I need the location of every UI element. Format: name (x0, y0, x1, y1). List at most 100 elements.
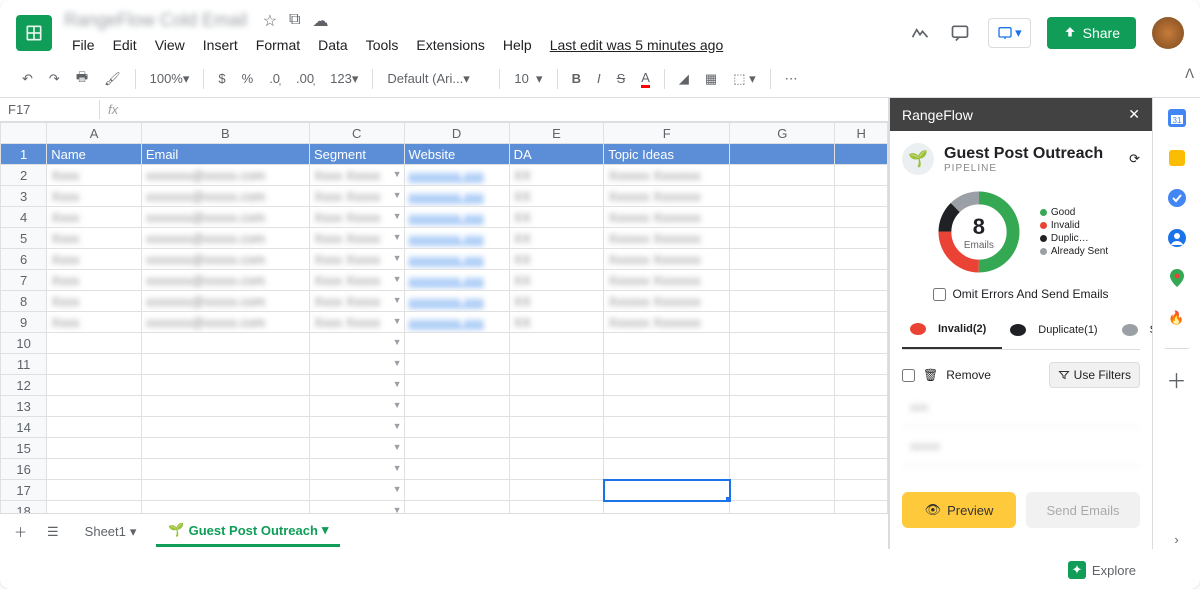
cell[interactable] (730, 228, 835, 249)
cell[interactable]: xxxxxxx@xxxxx.com (141, 249, 309, 270)
row-header[interactable]: 1 (1, 144, 47, 165)
row-header[interactable]: 11 (1, 354, 47, 375)
cell[interactable]: XX (509, 312, 604, 333)
cell[interactable] (730, 438, 835, 459)
zoom-select[interactable]: 100% ▾ (144, 67, 196, 91)
row-header[interactable]: 15 (1, 438, 47, 459)
cell[interactable] (730, 333, 835, 354)
explore-button[interactable]: ✦Explore (1058, 555, 1146, 585)
cell[interactable]: Xxxx (47, 207, 142, 228)
cell[interactable] (47, 480, 142, 501)
cell[interactable]: Xxxxxx Xxxxxxx (604, 270, 730, 291)
row-header[interactable]: 8 (1, 291, 47, 312)
close-icon[interactable]: ✕ (1128, 106, 1140, 123)
cell[interactable]: Xxxxxx Xxxxxxx (604, 207, 730, 228)
cell[interactable] (404, 375, 509, 396)
cell[interactable] (730, 165, 835, 186)
cell[interactable] (835, 207, 888, 228)
tab-sent[interactable]: Sent(1) (1114, 311, 1152, 349)
currency-button[interactable]: $ (212, 67, 231, 90)
refresh-icon[interactable]: ⟳ (1129, 151, 1140, 167)
preview-button[interactable]: 👁 Preview (902, 492, 1016, 528)
cell[interactable]: Xxxx Xxxxx▼ (309, 186, 404, 207)
add-sheet-button[interactable]: ＋ (8, 518, 33, 545)
cell[interactable] (404, 459, 509, 480)
col-header[interactable]: F (604, 123, 730, 144)
cell[interactable] (141, 396, 309, 417)
last-edit[interactable]: Last edit was 5 minutes ago (542, 33, 732, 57)
present-button[interactable]: ▾ (988, 18, 1031, 48)
cell[interactable]: Email (141, 144, 309, 165)
col-header[interactable] (1, 123, 47, 144)
font-size-select[interactable]: 10 ▾ (508, 67, 548, 91)
cell[interactable] (509, 417, 604, 438)
sheet-tab-1[interactable]: Sheet1 ▾ (73, 518, 149, 546)
col-header[interactable]: A (47, 123, 142, 144)
use-filters-button[interactable]: Use Filters (1049, 362, 1140, 388)
maps-icon[interactable] (1167, 268, 1187, 288)
cell[interactable]: Xxxx (47, 312, 142, 333)
cell[interactable]: xxxxxxx@xxxxx.com (141, 186, 309, 207)
share-button[interactable]: Share (1047, 17, 1136, 49)
cell[interactable] (47, 354, 142, 375)
row-header[interactable]: 18 (1, 501, 47, 514)
cell[interactable] (730, 354, 835, 375)
cell[interactable] (730, 501, 835, 514)
cell[interactable]: XX (509, 186, 604, 207)
paint-format-icon[interactable]: 🖌 (98, 67, 127, 91)
cell[interactable] (730, 144, 835, 165)
chevron-right-icon[interactable]: › (1167, 529, 1187, 549)
cell[interactable]: Xxxx Xxxxx▼ (309, 291, 404, 312)
comments-icon[interactable] (948, 21, 972, 45)
menu-view[interactable]: View (147, 33, 193, 57)
cell[interactable] (604, 501, 730, 514)
row-header[interactable]: 2 (1, 165, 47, 186)
cell[interactable]: xxxxxxxx.xxx (404, 165, 509, 186)
cell[interactable]: Xxxx (47, 228, 142, 249)
text-color-button[interactable]: A (635, 66, 656, 92)
cell[interactable] (404, 333, 509, 354)
cell[interactable]: Xxxx Xxxxx▼ (309, 165, 404, 186)
print-icon[interactable]: 🖶 (70, 64, 94, 94)
cell[interactable]: xxxxxxx@xxxxx.com (141, 228, 309, 249)
row-header[interactable]: 3 (1, 186, 47, 207)
cell[interactable]: ▼ (309, 438, 404, 459)
cell[interactable] (47, 375, 142, 396)
cell[interactable]: XX (509, 228, 604, 249)
cell[interactable] (404, 480, 509, 501)
cell[interactable]: Xxxxxx Xxxxxxx (604, 249, 730, 270)
cell[interactable] (47, 501, 142, 514)
cell[interactable] (835, 333, 888, 354)
row-header[interactable]: 10 (1, 333, 47, 354)
row-header[interactable]: 4 (1, 207, 47, 228)
redo-icon[interactable]: ↷ (43, 67, 66, 91)
contacts-icon[interactable] (1167, 228, 1187, 248)
cell[interactable] (604, 333, 730, 354)
cell[interactable] (404, 396, 509, 417)
cell[interactable] (47, 396, 142, 417)
tab-duplicate[interactable]: Duplicate(1) (1002, 311, 1113, 349)
cell[interactable]: Xxxx Xxxxx▼ (309, 270, 404, 291)
cell[interactable]: xxxxxxxx.xxx (404, 207, 509, 228)
cell[interactable]: xxxxxxxx.xxx (404, 249, 509, 270)
doc-title[interactable]: RangeFlow Cold Email (64, 10, 247, 30)
cloud-icon[interactable]: ☁ (312, 11, 328, 31)
col-header[interactable]: H (835, 123, 888, 144)
cell[interactable]: xxxxxxxx.xxx (404, 291, 509, 312)
cell[interactable] (730, 249, 835, 270)
name-box[interactable]: F17 (0, 100, 100, 119)
bold-button[interactable]: B (566, 67, 587, 90)
cell[interactable]: XX (509, 270, 604, 291)
cell[interactable] (604, 354, 730, 375)
cell[interactable]: xxxxxxx@xxxxx.com (141, 207, 309, 228)
cell[interactable]: Website (404, 144, 509, 165)
cell[interactable] (141, 354, 309, 375)
cell[interactable] (835, 354, 888, 375)
cell[interactable] (604, 417, 730, 438)
trash-icon[interactable]: 🗑 (923, 368, 938, 382)
tasks-icon[interactable] (1167, 188, 1187, 208)
row-header[interactable]: 7 (1, 270, 47, 291)
cell[interactable]: DA (509, 144, 604, 165)
cell[interactable] (730, 312, 835, 333)
merge-button[interactable]: ⬚ ▾ (727, 67, 761, 91)
